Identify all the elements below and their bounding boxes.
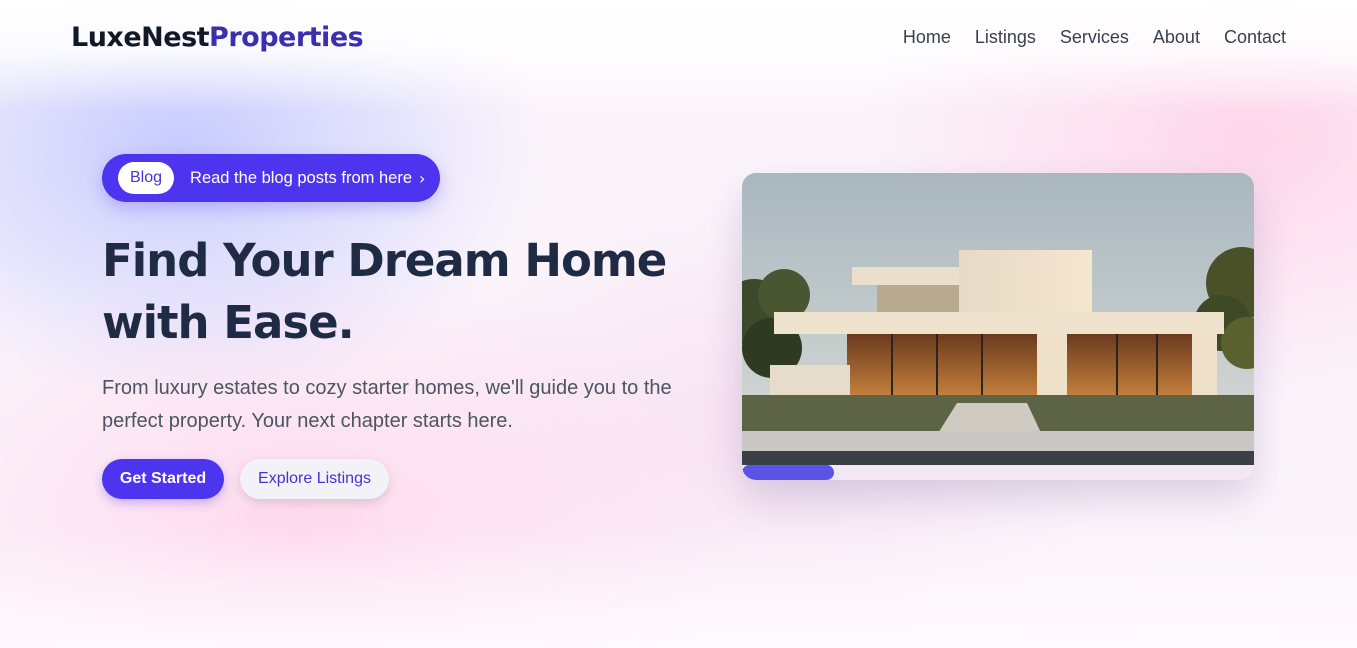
- nav-item-home[interactable]: Home: [903, 27, 951, 48]
- brand-logo[interactable]: LuxeNestProperties: [71, 22, 364, 53]
- blog-badge-link[interactable]: Blog Read the blog posts from here ›: [102, 154, 440, 202]
- blog-tag: Blog: [118, 162, 175, 194]
- brand-name-part1: LuxeNest: [71, 22, 210, 53]
- site-header: LuxeNestProperties Home Listings Service…: [0, 0, 1357, 75]
- bottom-fade: [0, 528, 1357, 648]
- hero-title: Find Your Dream Home with Ease.: [102, 234, 667, 349]
- slider-progress-track: [742, 465, 1254, 480]
- get-started-button[interactable]: Get Started: [102, 459, 224, 499]
- nav-item-about[interactable]: About: [1153, 27, 1200, 48]
- modern-house-photo: [742, 173, 1254, 465]
- hero-image-slider: [742, 173, 1254, 480]
- nav-item-listings[interactable]: Listings: [975, 27, 1036, 48]
- nav-item-contact[interactable]: Contact: [1224, 27, 1286, 48]
- main-nav: Home Listings Services About Contact: [903, 27, 1286, 48]
- slider-progress-fill: [742, 465, 835, 480]
- explore-listings-button[interactable]: Explore Listings: [240, 459, 389, 499]
- hero-subtitle: From luxury estates to cozy starter home…: [102, 377, 672, 432]
- brand-name-part2: Properties: [209, 22, 364, 53]
- nav-item-services[interactable]: Services: [1060, 27, 1129, 48]
- chevron-right-icon: ›: [419, 168, 426, 188]
- blog-badge-text: Read the blog posts from here: [190, 168, 412, 187]
